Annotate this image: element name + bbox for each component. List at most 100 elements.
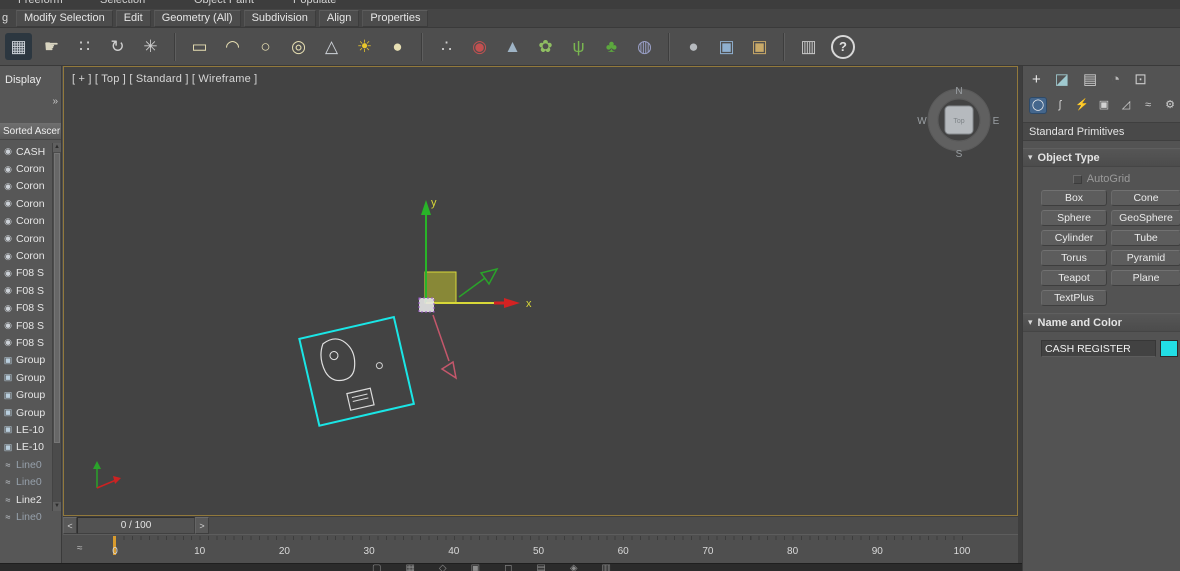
modify-tab[interactable]: ◪ xyxy=(1055,70,1069,88)
paint-select-icon[interactable]: ☛ xyxy=(38,33,65,60)
previous-frame-button[interactable]: < xyxy=(63,517,77,534)
paint-dots-icon[interactable]: ∷ xyxy=(71,33,98,60)
render-frame-alt-icon[interactable]: ▣ xyxy=(746,33,773,60)
rotate-brush-icon[interactable]: ↻ xyxy=(104,33,131,60)
scene-item-2[interactable]: ◉ Coron xyxy=(0,178,52,195)
status-icon-7[interactable]: ◈ xyxy=(570,564,578,571)
gizmo-diagonal-red-arrow[interactable] xyxy=(432,314,450,362)
status-icon-4[interactable]: ▣ xyxy=(471,564,480,571)
scene-item-3[interactable]: ◉ Coron xyxy=(0,195,52,212)
status-icon-8[interactable]: ▥ xyxy=(602,564,611,571)
sphere-primitive-icon[interactable]: ● xyxy=(384,33,411,60)
scene-item-20[interactable]: ≈ Line2 xyxy=(0,491,52,508)
objtype-cylinder-button[interactable]: Cylinder xyxy=(1041,230,1107,246)
display-tab[interactable]: ⊡ xyxy=(1134,70,1147,88)
viewport-canvas[interactable]: Top N S W E y x xyxy=(64,67,1017,515)
scene-item-11[interactable]: ◉ F08 S xyxy=(0,334,52,351)
ribbon-tab-subdivision[interactable]: Subdivision xyxy=(243,10,316,27)
compass-north[interactable]: N xyxy=(955,86,962,97)
status-icon-2[interactable]: ▦ xyxy=(405,564,414,571)
gizmo-diagonal-red-arrowhead[interactable] xyxy=(440,360,458,380)
status-icon-6[interactable]: ▤ xyxy=(536,564,545,571)
systems-category[interactable]: ⚙ xyxy=(1162,98,1178,113)
scene-item-13[interactable]: ▣ Group xyxy=(0,369,52,386)
hierarchy-tab[interactable]: ▤ xyxy=(1083,70,1097,88)
cameras-category[interactable]: ▣ xyxy=(1096,98,1112,113)
ribbon-tab-edit[interactable]: Edit xyxy=(115,10,151,27)
sun-icon[interactable]: ☀ xyxy=(351,33,378,60)
name-color-rollout-header[interactable]: ▾ Name and Color xyxy=(1023,313,1180,332)
compass-west[interactable]: W xyxy=(917,116,927,127)
mini-curve-editor-icon[interactable]: ≈ xyxy=(77,543,83,554)
gray-sphere-icon[interactable]: ● xyxy=(680,33,707,60)
compass-south[interactable]: S xyxy=(956,149,963,160)
ribbon-top-tab-selection[interactable]: Selection xyxy=(100,0,145,6)
objtype-cone-button[interactable]: Cone xyxy=(1111,190,1180,206)
object-name-input[interactable] xyxy=(1041,340,1156,357)
ribbon-tab-align[interactable]: Align xyxy=(318,10,360,27)
status-icon-1[interactable]: ▢ xyxy=(372,564,381,571)
lights-category[interactable]: ⚡ xyxy=(1074,98,1090,113)
cone-primitive-icon[interactable]: △ xyxy=(318,33,345,60)
ribbon-tab-modify-selection[interactable]: Modify Selection xyxy=(16,10,113,27)
dome-primitive-icon[interactable]: ◠ xyxy=(219,33,246,60)
scene-item-16[interactable]: ▣ LE-10 xyxy=(0,421,52,438)
overflow-chevron-icon[interactable]: » xyxy=(52,96,58,107)
objtype-textplus-button[interactable]: TextPlus xyxy=(1041,290,1107,306)
scene-item-0[interactable]: ◉ CASH xyxy=(0,143,52,160)
explorer-scrollbar[interactable]: ▲ ▼ xyxy=(52,143,61,511)
create-tab[interactable]: + xyxy=(1032,71,1041,88)
ribbon-top-tab-object-paint[interactable]: Object Paint xyxy=(194,0,254,6)
render-frame-icon[interactable]: ▣ xyxy=(713,33,740,60)
objtype-geosphere-button[interactable]: GeoSphere xyxy=(1111,210,1180,226)
track-bar[interactable]: ≈ 0 10 20 30 40 50 60 70 80 90 100 xyxy=(63,534,1018,563)
helpers-category[interactable]: ◿ xyxy=(1118,98,1134,113)
gizmo-x-arrowhead[interactable] xyxy=(504,298,520,308)
gizmo-diagonal-green-arrow[interactable] xyxy=(458,277,486,298)
wire-pyramid-icon[interactable]: ▲ xyxy=(499,33,526,60)
ribbon-top-tab-populate[interactable]: Populate xyxy=(293,0,336,6)
object-type-rollout-header[interactable]: ▾ Object Type xyxy=(1023,148,1180,167)
spheres-pair-icon[interactable]: ◉ xyxy=(466,33,493,60)
transform-gizmo[interactable]: y x xyxy=(418,197,532,380)
flower-icon[interactable]: ✿ xyxy=(532,33,559,60)
objtype-torus-button[interactable]: Torus xyxy=(1041,250,1107,266)
scene-item-10[interactable]: ◉ F08 S xyxy=(0,317,52,334)
viewport-label[interactable]: [ + ] [ Top ] [ Standard ] [ Wireframe ] xyxy=(72,73,257,85)
autogrid-checkbox[interactable] xyxy=(1072,174,1082,184)
grass-icon[interactable]: ψ xyxy=(565,33,592,60)
gizmo-diagonal-green-arrowhead[interactable] xyxy=(479,267,499,286)
ribbon-tab-properties[interactable]: Properties xyxy=(362,10,429,27)
ribbon-tab-geometry-all-[interactable]: Geometry (All) xyxy=(153,10,241,27)
object-color-swatch[interactable] xyxy=(1160,340,1178,357)
scene-item-7[interactable]: ◉ F08 S xyxy=(0,265,52,282)
scene-item-6[interactable]: ◉ Coron xyxy=(0,247,52,264)
scatter-icon[interactable]: ∴ xyxy=(433,33,460,60)
spacewarps-category[interactable]: ≈ xyxy=(1140,98,1156,113)
compass-east[interactable]: E xyxy=(993,116,1000,127)
shapes-category[interactable]: ʃ xyxy=(1052,98,1068,113)
scroll-down-button[interactable]: ▼ xyxy=(53,502,61,511)
gizmo-y-arrowhead[interactable] xyxy=(421,200,431,215)
scene-item-18[interactable]: ≈ Line0 xyxy=(0,456,52,473)
explorer-sort-header[interactable]: Sorted Ascer xyxy=(0,123,61,140)
rectangle-primitive-icon[interactable]: ▭ xyxy=(186,33,213,60)
time-slider-track[interactable] xyxy=(209,517,1018,534)
viewport-top[interactable]: Top N S W E y x [+] [Top] [Standard… xyxy=(63,66,1018,516)
swirl-icon[interactable]: ◍ xyxy=(631,33,658,60)
scene-item-5[interactable]: ◉ Coron xyxy=(0,230,52,247)
scene-item-17[interactable]: ▣ LE-10 xyxy=(0,439,52,456)
scene-item-21[interactable]: ≈ Line0 xyxy=(0,508,52,525)
primitive-category-dropdown[interactable]: Standard Primitives xyxy=(1023,122,1180,141)
scene-item-1[interactable]: ◉ Coron xyxy=(0,160,52,177)
motion-tab[interactable]: ◔ xyxy=(1111,71,1120,88)
scroll-up-button[interactable]: ▲ xyxy=(53,143,61,152)
scene-item-9[interactable]: ◉ F08 S xyxy=(0,300,52,317)
objtype-pyramid-button[interactable]: Pyramid xyxy=(1111,250,1180,266)
next-frame-button[interactable]: > xyxy=(195,517,209,534)
geometry-category[interactable]: ◯ xyxy=(1030,97,1046,113)
architecture-columns-icon[interactable]: ▥ xyxy=(795,33,822,60)
time-slider-thumb[interactable]: 0 / 100 xyxy=(77,517,195,534)
scene-item-14[interactable]: ▣ Group xyxy=(0,386,52,403)
objtype-tube-button[interactable]: Tube xyxy=(1111,230,1180,246)
